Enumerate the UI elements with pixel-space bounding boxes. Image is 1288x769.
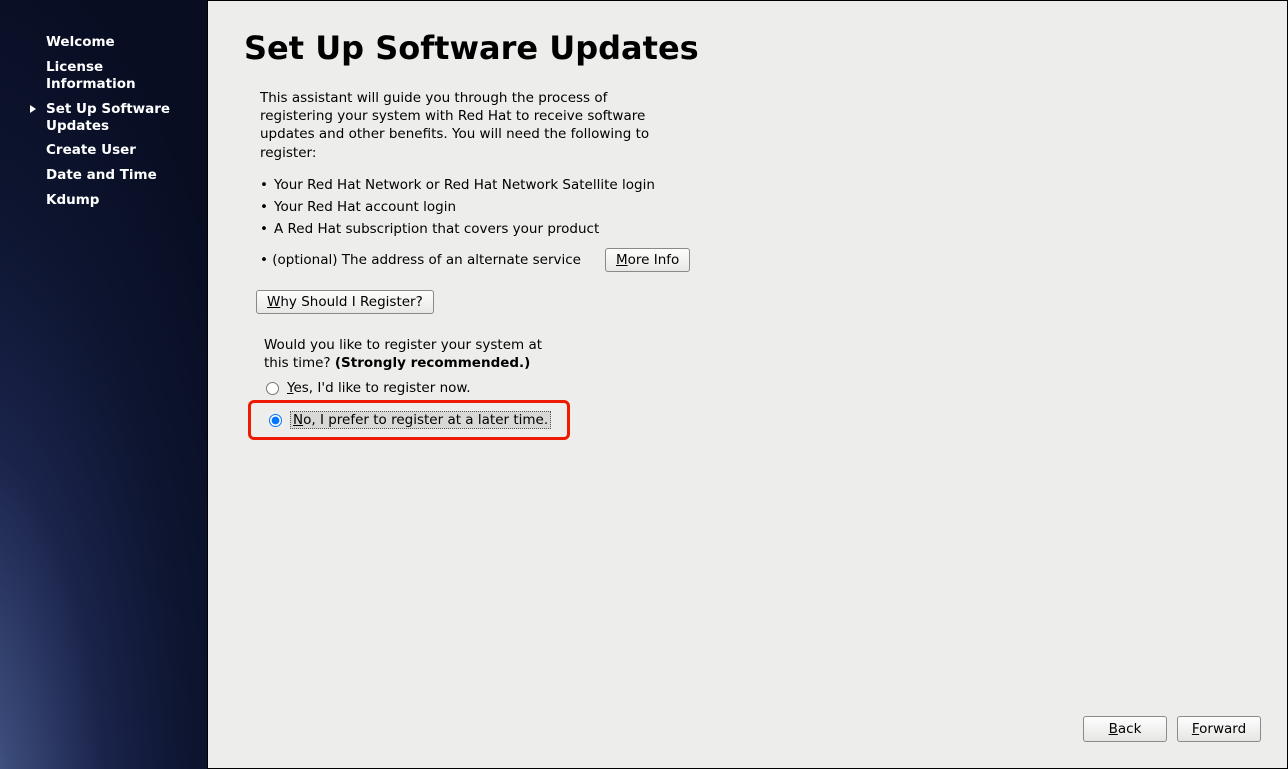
forward-button[interactable]: Forward — [1177, 716, 1261, 742]
intro-text: This assistant will guide you through th… — [260, 89, 660, 162]
sidebar-item-software-updates[interactable]: Set Up Software Updates — [0, 97, 207, 139]
back-button[interactable]: Back — [1083, 716, 1167, 742]
register-prompt: Would you like to register your system a… — [264, 336, 564, 372]
radio-no[interactable] — [269, 414, 282, 427]
more-info-button[interactable]: More Info — [605, 248, 690, 272]
radio-no-row[interactable]: No, I prefer to register at a later time… — [267, 409, 561, 431]
radio-yes-label[interactable]: Yes, I'd like to register now. — [287, 380, 471, 396]
sidebar-item-date-and-time[interactable]: Date and Time — [0, 163, 207, 188]
why-register-button[interactable]: Why Should I Register? — [256, 290, 434, 314]
sidebar-item-license-information[interactable]: License Information — [0, 55, 207, 97]
sidebar-item-kdump[interactable]: Kdump — [0, 188, 207, 213]
sidebar-item-create-user[interactable]: Create User — [0, 138, 207, 163]
radio-yes-row[interactable]: Yes, I'd like to register now. — [264, 378, 1251, 398]
requirements-list: Your Red Hat Network or Red Hat Network … — [260, 174, 1251, 240]
requirement-item: A Red Hat subscription that covers your … — [260, 218, 1251, 240]
wizard-sidebar: Welcome License Information Set Up Softw… — [0, 0, 207, 769]
page-title: Set Up Software Updates — [244, 29, 1251, 67]
main-panel: Set Up Software Updates This assistant w… — [207, 0, 1288, 769]
radio-yes[interactable] — [266, 382, 279, 395]
requirement-item: Your Red Hat Network or Red Hat Network … — [260, 174, 1251, 196]
highlight-annotation: No, I prefer to register at a later time… — [248, 400, 570, 440]
radio-no-label[interactable]: No, I prefer to register at a later time… — [290, 411, 551, 429]
wizard-footer: Back Forward — [1083, 716, 1261, 742]
requirement-item: Your Red Hat account login — [260, 196, 1251, 218]
sidebar-item-welcome[interactable]: Welcome — [0, 30, 207, 55]
optional-requirement: (optional) The address of an alternate s… — [260, 252, 581, 268]
